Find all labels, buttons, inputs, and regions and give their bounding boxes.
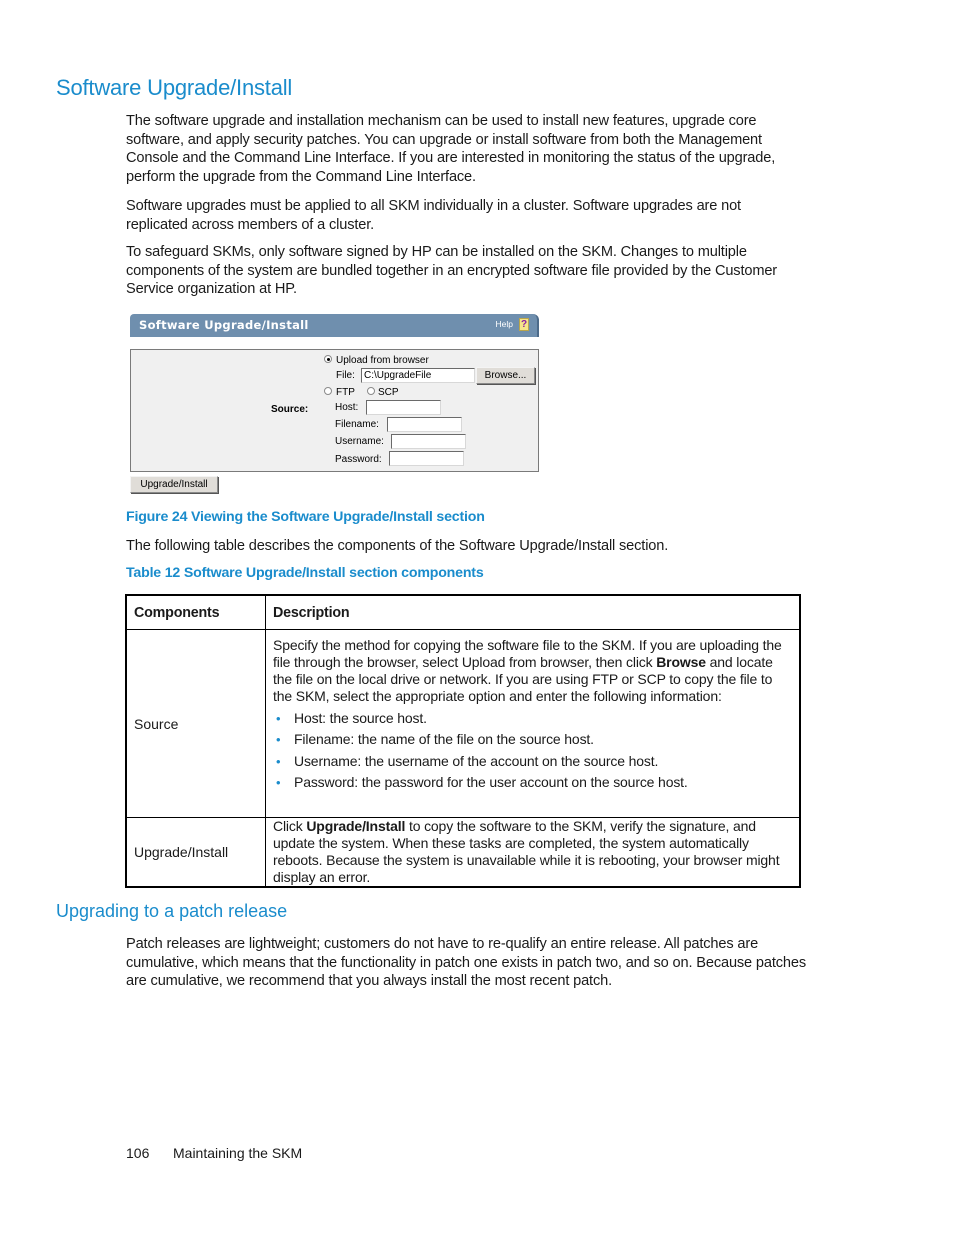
- username-input[interactable]: [391, 434, 466, 449]
- ftp-label[interactable]: FTP: [336, 387, 355, 398]
- table-row: Upgrade/Install Click Upgrade/Install to…: [125, 817, 801, 888]
- description-text: Click: [273, 818, 307, 834]
- header-components: Components: [125, 594, 266, 630]
- bullet-icon: •: [276, 753, 281, 769]
- description-bold: Browse: [656, 654, 706, 670]
- list-item: • Password: the password for the user acc…: [273, 774, 792, 791]
- subsection-paragraph: Patch releases are lightweight; customer…: [126, 936, 806, 990]
- upload-from-browser-radio[interactable]: [324, 355, 332, 363]
- username-label: Username:: [335, 436, 384, 447]
- list-item-text: Filename: the name of the file on the so…: [294, 731, 594, 747]
- file-input[interactable]: [361, 368, 475, 383]
- component-name: Upgrade/Install: [125, 817, 266, 888]
- list-item: • Filename: the name of the file on the s…: [273, 731, 792, 748]
- host-input[interactable]: [366, 400, 441, 415]
- source-label: Source:: [271, 404, 309, 415]
- component-name: Source: [125, 629, 266, 818]
- panel-header: Software Upgrade/Install Help ?: [130, 314, 539, 337]
- list-item-text: Host: the source host.: [294, 709, 427, 726]
- bullet-icon: •: [276, 775, 281, 790]
- upload-from-browser-label[interactable]: Upload from browser: [336, 355, 429, 366]
- description-bold: Upgrade/Install: [306, 818, 406, 834]
- list-item-text: Username: the username of the account on…: [294, 752, 659, 769]
- chapter-title: Maintaining the SKM: [173, 1145, 303, 1161]
- filename-label: Filename:: [335, 419, 379, 430]
- table-caption: Table 12 Software Upgrade/Install sectio…: [126, 565, 484, 581]
- figure-caption: Figure 24 Viewing the Software Upgrade/I…: [126, 509, 485, 525]
- ftp-radio[interactable]: [324, 387, 332, 395]
- browse-button[interactable]: Browse...: [476, 367, 535, 384]
- password-label: Password:: [335, 454, 382, 465]
- upgrade-form-panel: Source: Upload from browser File: Browse…: [130, 349, 539, 472]
- page-number: 106: [126, 1145, 150, 1161]
- filename-input[interactable]: [387, 417, 462, 432]
- help-link[interactable]: Help: [496, 319, 513, 329]
- header-description: Description: [265, 594, 801, 630]
- bullet-list: • Host: the source host. • Filename: the n…: [273, 710, 792, 792]
- file-label: File:: [336, 370, 355, 381]
- intro-paragraph-2: Software upgrades must be applied to all…: [126, 198, 741, 233]
- list-item-text: Password: the password for the user acco…: [294, 774, 688, 790]
- component-description: Specify the method for copying the softw…: [265, 629, 801, 818]
- section-title: Software Upgrade/Install: [56, 75, 293, 100]
- subsection-title: Upgrading to a patch release: [56, 901, 288, 921]
- scp-label[interactable]: SCP: [378, 387, 399, 398]
- help-question-icon[interactable]: ?: [519, 318, 529, 331]
- upgrade-install-button[interactable]: Upgrade/Install: [130, 476, 218, 493]
- bullet-icon: •: [276, 732, 281, 747]
- host-label: Host:: [335, 402, 359, 413]
- table-header-row: Components Description: [125, 594, 801, 630]
- intro-paragraph-3: To safeguard SKMs, only software signed …: [126, 244, 778, 298]
- table-intro-text: The following table describes the compon…: [126, 538, 669, 554]
- table-row: Source Specify the method for copying th…: [125, 629, 801, 818]
- panel-title: Software Upgrade/Install: [139, 318, 309, 332]
- component-description: Click Upgrade/Install to copy the softwa…: [265, 817, 801, 888]
- page-footer: 106 Maintaining the SKM: [126, 1145, 302, 1161]
- password-input[interactable]: [389, 451, 464, 466]
- list-item: • Username: the username of the account o…: [273, 753, 792, 770]
- components-table: Components Description Source Specify th…: [125, 594, 801, 888]
- bullet-icon: •: [276, 710, 281, 726]
- scp-radio[interactable]: [367, 387, 375, 395]
- list-item: • Host: the source host.: [273, 710, 792, 727]
- intro-paragraph-1: The software upgrade and installation me…: [126, 113, 776, 185]
